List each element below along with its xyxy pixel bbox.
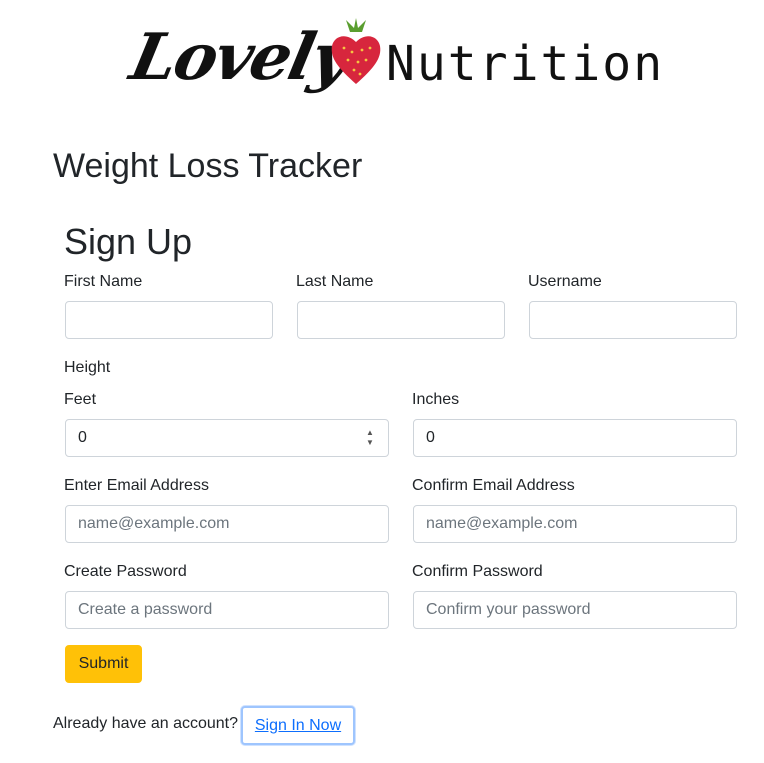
spinner-down-icon[interactable]: ▼ xyxy=(366,438,374,448)
confirm-password-label: Confirm Password xyxy=(412,563,543,580)
spinner-up-icon[interactable]: ▲ xyxy=(366,428,374,438)
first-name-label: First Name xyxy=(64,273,143,290)
username-label: Username xyxy=(528,273,602,290)
logo-script-text: Lovely xyxy=(124,20,356,95)
feet-input[interactable] xyxy=(65,419,389,457)
height-label: Height xyxy=(64,359,111,376)
page-title: Weight Loss Tracker xyxy=(53,147,363,185)
sign-in-now-link[interactable]: Sign In Now xyxy=(241,706,355,745)
strawberry-heart-icon xyxy=(331,18,381,84)
password-label: Create Password xyxy=(64,563,187,580)
inches-label: Inches xyxy=(412,391,460,408)
inches-input[interactable] xyxy=(413,419,737,457)
confirm-email-input[interactable] xyxy=(413,505,737,543)
form-title: Sign Up xyxy=(64,221,193,262)
last-name-input[interactable] xyxy=(297,301,505,339)
feet-label: Feet xyxy=(64,391,97,408)
signin-prompt: Already have an account? xyxy=(53,715,239,732)
submit-button[interactable]: Submit xyxy=(65,645,142,683)
logo-mono-text: Nutrition xyxy=(386,36,665,92)
email-input[interactable] xyxy=(65,505,389,543)
last-name-label: Last Name xyxy=(296,273,374,290)
first-name-input[interactable] xyxy=(65,301,273,339)
password-input[interactable] xyxy=(65,591,389,629)
confirm-email-label: Confirm Email Address xyxy=(412,477,575,494)
confirm-password-input[interactable] xyxy=(413,591,737,629)
feet-field: ▲ ▼ xyxy=(65,419,389,457)
username-input[interactable] xyxy=(529,301,737,339)
email-label: Enter Email Address xyxy=(64,477,209,494)
feet-spinner[interactable]: ▲ ▼ xyxy=(363,428,377,448)
logo: Lovely Nutrition xyxy=(124,14,718,110)
